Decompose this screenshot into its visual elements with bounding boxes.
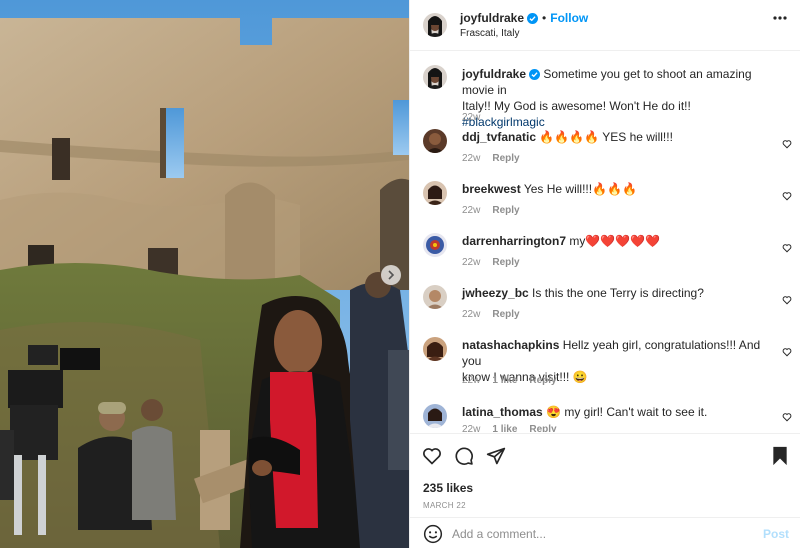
post-actions: 235 likes MARCH 22 Post (410, 433, 800, 548)
heart-icon[interactable] (782, 243, 792, 253)
more-options-icon[interactable] (773, 16, 787, 20)
comment-username[interactable]: breekwest (462, 182, 521, 196)
caption-text-line2: Italy!! My God is awesome! Won't He do i… (462, 99, 691, 113)
heart-icon[interactable] (782, 295, 792, 305)
comment-username[interactable]: darrenharrington7 (462, 234, 566, 248)
post-date[interactable]: MARCH 22 (423, 501, 466, 510)
comment-age: 22w (462, 257, 481, 268)
chevron-right-icon (388, 270, 395, 280)
comment-age: 22w (462, 424, 481, 432)
carousel-next-button[interactable] (381, 265, 401, 285)
likes-count[interactable]: 235 likes (423, 481, 473, 495)
post-photo[interactable] (0, 0, 409, 548)
photo-illustration (0, 0, 409, 548)
comment-age: 22w (462, 309, 481, 320)
comment-username[interactable]: ddj_tvfanatic (462, 130, 536, 144)
comment-meta: 22w Reply (462, 205, 532, 216)
comment-avatar[interactable] (423, 129, 447, 153)
comment-meta: 22w Reply (462, 153, 532, 164)
share-icon[interactable] (486, 446, 506, 466)
comment-text: 🔥🔥🔥🔥 YES he will!!! (539, 130, 673, 144)
comment-likes[interactable]: 1 like (492, 375, 517, 386)
comment-body: jwheezy_bc Is this the one Terry is dire… (462, 285, 772, 301)
heart-icon[interactable] (782, 412, 792, 422)
verified-badge-icon (529, 69, 541, 80)
caption-username[interactable]: joyfuldrake (462, 67, 526, 81)
header-author-row: joyfuldrake • Follow (460, 11, 588, 25)
comment-text: Yes He will!!!🔥🔥🔥 (523, 182, 637, 196)
separator-dot: • (542, 11, 547, 25)
post-sidebar: joyfuldrake • Follow Frascati, Italy joyfu… (409, 0, 800, 548)
comment-text: 😍 my girl! Can't wait to see it. (546, 405, 708, 419)
post-location[interactable]: Frascati, Italy (460, 28, 519, 39)
comment-meta: 22w Reply (462, 309, 532, 320)
comment-age: 22w (462, 205, 481, 216)
like-heart-icon[interactable] (422, 446, 442, 466)
heart-icon[interactable] (782, 139, 792, 149)
comment-avatar[interactable] (423, 233, 447, 257)
comment-username[interactable]: natashachapkins (462, 338, 559, 352)
author-avatar[interactable] (423, 13, 447, 37)
comment-input[interactable] (452, 523, 752, 545)
reply-button[interactable]: Reply (492, 153, 519, 164)
comment-body: latina_thomas 😍 my girl! Can't wait to s… (462, 404, 772, 420)
save-icon[interactable] (771, 446, 789, 466)
reply-button[interactable]: Reply (492, 309, 519, 320)
reply-button[interactable]: Reply (529, 375, 556, 386)
verified-badge-icon (527, 13, 539, 24)
caption-meta: 22w (462, 112, 492, 123)
comment-meta: 22w Reply (462, 257, 532, 268)
caption-age: 22w (462, 112, 481, 123)
comment-text: my❤️❤️❤️❤️❤️ (569, 234, 661, 248)
comment-text: Is this the one Terry is directing? (532, 286, 704, 300)
comment-avatar[interactable] (423, 181, 447, 205)
caption-avatar[interactable] (423, 65, 447, 89)
comment-avatar[interactable] (423, 404, 447, 428)
comment-age: 22w (462, 153, 481, 164)
comment-meta: 22w 1 like Reply (462, 424, 569, 432)
heart-icon[interactable] (782, 191, 792, 201)
heart-icon[interactable] (782, 347, 792, 357)
comment-avatar[interactable] (423, 337, 447, 361)
comment-age: 22w (462, 375, 481, 386)
comment-icon[interactable] (454, 446, 474, 466)
follow-button[interactable]: Follow (550, 11, 588, 25)
reply-button[interactable]: Reply (492, 205, 519, 216)
comment-body: ddj_tvfanatic 🔥🔥🔥🔥 YES he will!!! (462, 129, 772, 145)
reply-button[interactable]: Reply (492, 257, 519, 268)
comment-username[interactable]: jwheezy_bc (462, 286, 529, 300)
comment-avatar[interactable] (423, 285, 447, 309)
post-comment-button[interactable]: Post (763, 527, 789, 541)
comment-body: darrenharrington7 my❤️❤️❤️❤️❤️ (462, 233, 772, 249)
post-header: joyfuldrake • Follow Frascati, Italy (410, 0, 800, 51)
author-username[interactable]: joyfuldrake (460, 11, 524, 25)
comment-meta: 22w 1 like Reply (462, 375, 569, 386)
comment-username[interactable]: latina_thomas (462, 405, 543, 419)
comment-likes[interactable]: 1 like (492, 424, 517, 432)
caption-body: joyfuldrake Sometime you get to shoot an… (462, 66, 772, 130)
reply-button[interactable]: Reply (529, 424, 556, 432)
comment-body: breekwest Yes He will!!!🔥🔥🔥 (462, 181, 772, 197)
emoji-icon[interactable] (423, 524, 443, 544)
add-comment-bar: Post (410, 517, 800, 548)
comments-list[interactable]: joyfuldrake Sometime you get to shoot an… (410, 52, 800, 432)
